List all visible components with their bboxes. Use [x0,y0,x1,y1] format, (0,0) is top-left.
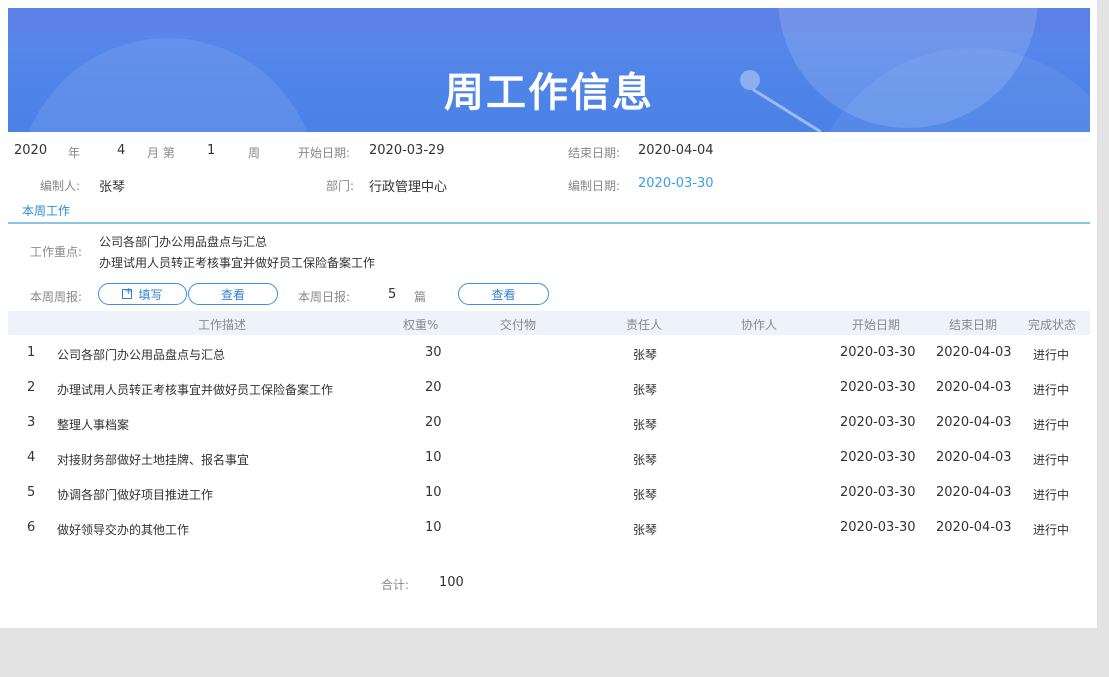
row-start-date: 2020-03-30 [840,345,916,360]
header-banner: 周工作信息 [8,8,1090,132]
row-description: 对接财务部做好土地挂牌、报名事宜 [57,453,250,467]
focus-line: 办理试用人员转正考核事宜并做好员工保险备案工作 [99,256,376,270]
row-status: 进行中 [1033,348,1070,362]
month-value: 4 [117,143,126,158]
row-description: 办理试用人员转正考核事宜并做好员工保险备案工作 [57,383,334,397]
edit-icon [122,286,133,299]
row-number: 6 [27,520,36,535]
dept-label: 部门: [326,179,355,193]
row-status: 进行中 [1033,383,1070,397]
year-value: 2020 [14,143,48,158]
col-header-collaborator: 协作人 [741,318,778,332]
col-header-status: 完成状态 [1028,318,1077,332]
row-number: 3 [27,415,36,430]
total-label: 合计: [381,578,410,592]
row-number: 2 [27,380,36,395]
row-description: 整理人事档案 [57,418,130,432]
write-report-button[interactable]: 填写 [98,283,187,305]
row-start-date: 2020-03-30 [840,415,916,430]
year-unit: 年 [68,146,81,160]
end-date-value: 2020-04-04 [638,143,714,158]
dept-value: 行政管理中心 [369,180,448,195]
write-button-label: 填写 [138,287,163,302]
row-start-date: 2020-03-30 [840,485,916,500]
row-number: 4 [27,450,36,465]
weekly-work-page: 周工作信息 2020 年 4 月 第 1 周 开始日期: 2020-03-29 … [0,0,1097,628]
row-owner: 张琴 [633,523,658,537]
row-owner: 张琴 [633,453,658,467]
row-start-date: 2020-03-30 [840,520,916,535]
view-button-label: 查看 [220,287,245,302]
view-weekly-report-button[interactable]: 查看 [188,283,278,305]
daily-report-label: 本周日报: [298,290,351,304]
focus-label: 工作重点: [30,245,83,259]
start-date-label: 开始日期: [298,146,351,160]
row-weight: 20 [425,415,442,430]
view-button-label: 查看 [491,287,516,302]
month-unit: 月 第 [147,146,175,160]
row-weight: 10 [425,520,442,535]
row-end-date: 2020-04-03 [936,520,1012,535]
weekly-report-label: 本周周报: [30,290,83,304]
page-title: 周工作信息 [444,70,654,116]
compile-date-value: 2020-03-30 [638,176,714,191]
row-number: 5 [27,485,36,500]
daily-report-unit: 篇 [414,290,427,304]
row-status: 进行中 [1033,488,1070,502]
daily-report-count: 5 [388,287,397,302]
row-number: 1 [27,345,36,360]
col-header-description: 工作描述 [198,318,247,332]
row-owner: 张琴 [633,348,658,362]
row-owner: 张琴 [633,418,658,432]
row-status: 进行中 [1033,418,1070,432]
row-start-date: 2020-03-30 [840,380,916,395]
end-date-label: 结束日期: [568,146,621,160]
author-value: 张琴 [99,180,126,195]
row-end-date: 2020-04-03 [936,450,1012,465]
col-header-weight: 权重% [403,318,439,332]
row-description: 协调各部门做好项目推进工作 [57,488,214,502]
row-description: 做好领导交办的其他工作 [57,523,190,537]
row-status: 进行中 [1033,453,1070,467]
row-end-date: 2020-04-03 [936,380,1012,395]
col-header-start-date: 开始日期 [852,318,901,332]
row-owner: 张琴 [633,488,658,502]
compile-date-label: 编制日期: [568,179,621,193]
week-unit: 周 [248,146,261,160]
row-status: 进行中 [1033,523,1070,537]
section-divider [8,222,1090,224]
row-end-date: 2020-04-03 [936,485,1012,500]
row-owner: 张琴 [633,383,658,397]
start-date-value: 2020-03-29 [369,143,445,158]
row-weight: 10 [425,485,442,500]
row-weight: 30 [425,345,442,360]
row-end-date: 2020-04-03 [936,345,1012,360]
col-header-owner: 责任人 [626,318,663,332]
table-header [8,311,1090,335]
row-weight: 10 [425,450,442,465]
total-value: 100 [439,575,464,590]
tab-this-week-work[interactable]: 本周工作 [22,202,70,219]
row-description: 公司各部门办公用品盘点与汇总 [57,348,226,362]
view-daily-report-button[interactable]: 查看 [458,283,549,305]
row-weight: 20 [425,380,442,395]
row-start-date: 2020-03-30 [840,450,916,465]
week-value: 1 [207,143,216,158]
col-header-end-date: 结束日期 [949,318,998,332]
row-end-date: 2020-04-03 [936,415,1012,430]
author-label: 编制人: [40,179,81,193]
focus-line: 公司各部门办公用品盘点与汇总 [99,235,268,249]
col-header-deliverable: 交付物 [500,318,537,332]
